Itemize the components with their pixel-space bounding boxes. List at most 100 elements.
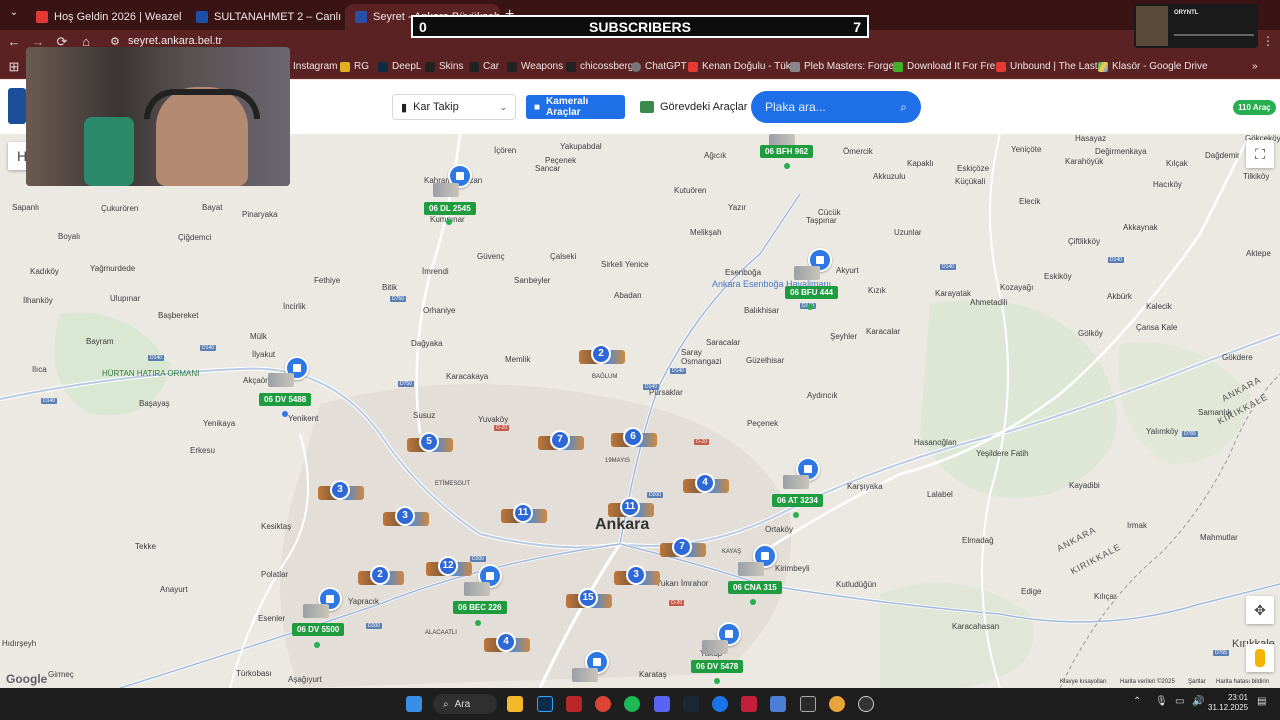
bookmark-instagram[interactable]: Instagram [293,61,337,72]
plate-label[interactable]: 06 CNA 315 [728,581,782,594]
bookmark-kenan[interactable]: Kenan Doğulu - Tük... [688,61,799,72]
vehicle-cluster[interactable]: 4 [683,473,729,495]
bookmark-chicossberg[interactable]: chicossberg [566,61,633,72]
on-duty-vehicles-button[interactable]: Görevdeki Araçlar [640,95,747,119]
bookmark-deepl[interactable]: DeepL [378,61,421,72]
street-view-pegman-icon[interactable] [1246,644,1274,672]
snow-truck-icon[interactable] [268,373,294,387]
tab-sultanahmet[interactable]: SULTANAHMET 2 – Canlı Kame ✕ [186,4,341,30]
vehicle-cluster[interactable]: 3 [383,506,429,528]
tab-weazel[interactable]: Hoş Geldin 2026 | Weazel Medi ✕ [26,4,181,30]
start-icon[interactable] [406,696,422,712]
snow-truck-icon[interactable] [738,562,764,576]
vehicle-cluster[interactable]: 3 [318,480,364,502]
plate-search-input[interactable]: Plaka ara... ⌕ [751,91,921,123]
vehicle-cluster[interactable]: 2 [358,565,404,587]
vehicle-cluster[interactable]: 15 [566,588,612,610]
snow-truck-icon[interactable] [433,183,459,197]
mode-dropdown[interactable]: ▮ Kar Takip ⌄ [392,94,516,120]
file-explorer-icon[interactable] [507,696,523,712]
vehicle-cluster[interactable]: 11 [501,503,547,525]
cluster-count: 4 [496,632,516,652]
place-label: ALACAATLI [425,630,457,636]
snow-truck-icon[interactable] [702,640,728,654]
search-icon[interactable]: ⌕ [900,100,907,115]
taskbar-search[interactable]: ⌕ Ara [433,694,497,714]
obs-icon[interactable] [858,696,874,712]
vehicle-cluster[interactable]: 7 [660,537,706,559]
ankara-site-icon [355,11,367,23]
notifications-icon[interactable]: ▤ [1257,696,1266,707]
chrome-active-icon[interactable] [829,696,845,712]
map-canvas[interactable]: İçören Yakupabdal Peçenek Sancar Ağıcık … [0,134,1280,688]
plate-label[interactable]: 06 DV 5478 [691,660,744,673]
vehicle-cluster[interactable]: 12 [426,556,472,578]
system-clock[interactable]: 23:01 31.12.2025 [1208,693,1248,713]
clock-time: 23:01 [1227,693,1248,702]
bookmark-chatgpt[interactable]: ChatGPT [631,61,687,72]
bookmark-unbound[interactable]: Unbound | The Last... [996,61,1106,72]
keyboard-shortcuts-link[interactable]: Klavye kısayolları [1060,679,1107,685]
steam-icon[interactable] [683,696,699,712]
voicemeeter-icon[interactable] [741,696,757,712]
fullscreen-icon[interactable]: ⛶ [1246,140,1274,168]
place-label: Balıkhisar [744,306,780,315]
bookmark-rg[interactable]: RG [340,61,369,72]
snow-truck-icon[interactable] [464,582,490,596]
button-label: Kameralı Araçlar [546,96,589,118]
vehicle-cluster[interactable]: 7 [538,430,584,452]
vehicle-cluster[interactable]: 2 [579,344,625,366]
plate-label[interactable]: 06 BEC 226 [453,601,507,614]
tray-overflow-icon[interactable]: ⌃ [1133,696,1141,707]
vehicle-cluster[interactable]: 3 [614,565,660,587]
photoshop-icon[interactable] [537,696,553,712]
edge-icon[interactable] [712,696,728,712]
filezilla-icon[interactable] [566,696,582,712]
vehicle-cluster[interactable]: 11 [608,497,654,519]
spotify-icon[interactable] [624,696,640,712]
plate-label[interactable]: 06 DL 2545 [424,202,476,215]
ankara-logo[interactable] [8,88,26,124]
tab-search-dropdown-icon[interactable]: ⌄ [6,7,22,23]
snow-truck-icon[interactable] [783,475,809,489]
bookmark-drive[interactable]: Klasör - Google Drive [1098,61,1208,72]
bookmark-car[interactable]: Car [469,61,499,72]
bookmark-label: Kenan Doğulu - Tük... [702,61,800,72]
vehicle-cluster[interactable]: 4 [484,632,530,654]
url-field[interactable]: seyret.ankara.bel.tr [128,35,222,47]
snow-truck-icon[interactable] [794,266,820,280]
vehicle-cluster[interactable]: 6 [611,427,657,449]
snow-truck-icon[interactable] [572,668,598,682]
vehicle-cluster[interactable]: 5 [407,432,453,454]
bookmark-pleb[interactable]: Pleb Masters: Forge... [790,61,902,72]
browser-menu-icon[interactable]: ⋮ [1262,34,1274,48]
plate-label[interactable]: 06 BFU 444 [785,286,839,299]
bookmark-skins[interactable]: Skins [425,61,463,72]
mini-media-player[interactable]: ORYNTL [1134,4,1258,48]
microphone-icon[interactable]: 🎙 [1155,696,1168,707]
chrome-icon[interactable] [595,696,611,712]
place-label: Sirkeli Yenice [601,260,649,269]
bookmark-download[interactable]: Download It For Fre... [893,61,1004,72]
bookmarks-overflow-icon[interactable]: » [1252,61,1258,72]
apps-grid-icon[interactable]: ⊞ [6,59,22,75]
plate-label[interactable]: 06 DV 5500 [292,623,345,636]
network-icon[interactable]: ▭ [1175,696,1184,707]
app-icon[interactable] [770,696,786,712]
bookmark-weapons[interactable]: Weapons [507,61,563,72]
media-progress[interactable] [1174,34,1254,36]
epic-games-icon[interactable] [800,696,816,712]
plate-label[interactable]: 06 AT 3234 [772,494,823,507]
back-icon[interactable]: ← [6,34,22,50]
camera-control-icon[interactable]: ✥ [1246,596,1274,624]
place-label: Tilkiköy [1243,172,1270,181]
volume-icon[interactable]: 🔊 [1192,696,1204,707]
camera-vehicles-button[interactable]: ■ Kameralı Araçlar [526,95,625,119]
snow-truck-icon[interactable] [303,604,329,618]
report-error-link[interactable]: Harita hatası bildirin [1216,679,1269,685]
terms-link[interactable]: Şartlar [1188,679,1206,685]
plate-label[interactable]: 06 BFH 962 [760,145,814,158]
discord-icon[interactable] [654,696,670,712]
plate-label[interactable]: 06 DV 5488 [259,393,312,406]
place-label: Çansa Kale [1136,323,1178,332]
